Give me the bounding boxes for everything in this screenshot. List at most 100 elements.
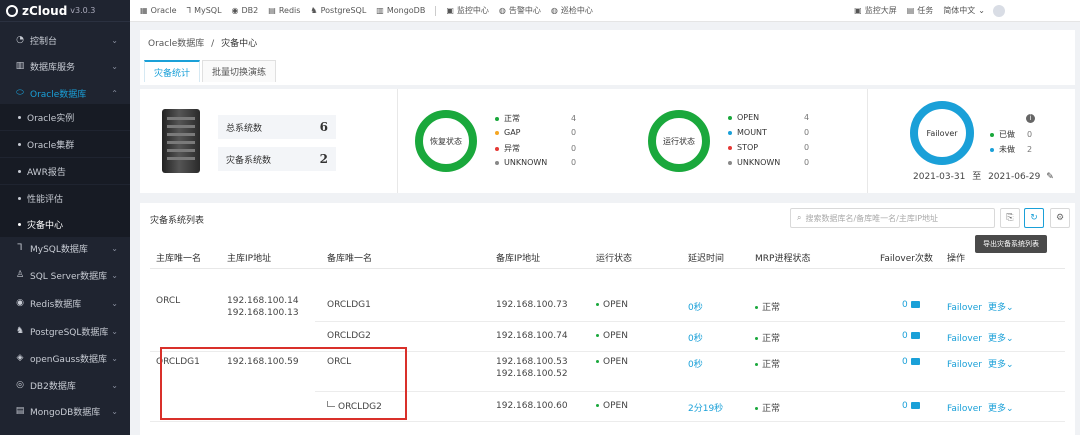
legend-label: OPEN [737, 113, 760, 122]
col-failover-count: Failover次数 [880, 254, 933, 264]
sidebar-item-opengauss[interactable]: ◈ openGauss数据库 ⌄ [0, 345, 130, 371]
sidebar-item-oracle[interactable]: ⬭ Oracle数据库 ⌃ [0, 80, 130, 106]
failover-ring-label: Failover [926, 128, 958, 138]
sidebar-subitem[interactable]: 灾备中心 [0, 211, 130, 237]
cell-delay: 0秒 [688, 334, 703, 344]
sidebar-subitem[interactable]: Oracle实例 [0, 104, 130, 130]
chevron-down-icon: ⌄ [111, 353, 118, 363]
cell-standby-ip: 192.168.100.74 [496, 331, 568, 341]
cell-run-status: OPEN [596, 357, 628, 367]
sidebar-item-sqlserver[interactable]: ♙ SQL Server数据库 ⌄ [0, 262, 130, 288]
legend-label: MOUNT [737, 128, 767, 137]
opengauss-icon: ◈ [16, 353, 24, 363]
recovery-ring-label: 恢复状态 [430, 136, 462, 146]
db-quick-link[interactable]: ▦ Oracle [140, 6, 177, 15]
db-quick-icon: ▤ [268, 6, 276, 15]
bullet-icon [18, 142, 21, 146]
db-quick-link[interactable]: ▤ Redis [268, 6, 300, 15]
legend-label: STOP [737, 143, 759, 152]
legend-dot-icon [495, 116, 499, 121]
breadcrumb: Oracle数据库 / 灾备中心 [148, 36, 257, 49]
center-link[interactable]: ◍ 巡检中心 [551, 5, 593, 16]
cell-standby-ip: 192.168.100.60 [496, 401, 568, 411]
center-label: 告警中心 [508, 6, 541, 15]
language-selector[interactable]: 简体中文 ⌄ [943, 5, 985, 16]
refresh-button[interactable]: ↻ [1024, 208, 1044, 228]
col-standby-ip: 备库IP地址 [496, 254, 541, 264]
sidebar-item-label: Oracle数据库 [30, 89, 87, 100]
sidebar-subitem[interactable]: AWR报告 [0, 158, 130, 184]
chevron-down-icon: ⌄ [111, 243, 118, 253]
settings-button[interactable]: ⚙ [1050, 208, 1070, 228]
info-icon[interactable]: i [1026, 114, 1035, 123]
legend-dot-icon [495, 146, 499, 151]
chevron-down-icon: ⌄ [111, 61, 118, 71]
legend-dot-icon [990, 132, 994, 137]
center-label: 巡检中心 [560, 6, 593, 15]
sidebar-item-db-service[interactable]: ▥ 数据库服务 ⌄ [0, 53, 130, 79]
sidebar-item-mongodb[interactable]: ▤ MongoDB数据库 ⌄ [0, 398, 130, 424]
failover-action-link[interactable]: Failover [947, 404, 982, 414]
db-quick-link[interactable]: ▥ MongoDB [376, 6, 425, 15]
avatar[interactable] [993, 4, 1005, 17]
breadcrumb-parent[interactable]: Oracle数据库 [148, 39, 204, 49]
row-divider [315, 321, 1065, 322]
more-label: 更多 [987, 334, 1006, 344]
cell-primary-ip: 192.168.100.14 [227, 296, 299, 306]
row-divider [315, 391, 1065, 392]
cell-delay: 0秒 [688, 360, 703, 370]
failover-legend: 已做 0 未做 2 [990, 129, 1050, 155]
tab-dr-stats[interactable]: 灾备统计 [144, 60, 201, 82]
center-link[interactable]: ◍ 告警中心 [499, 5, 541, 16]
dr-system-list-panel: 灾备系统列表 ⌕ 搜索数据库名/备库唯一名/主库IP地址 ⎘ ↻ ⚙ 导出灾备系… [140, 203, 1075, 435]
sidebar-subitem[interactable]: 性能评估 [0, 185, 130, 211]
tab-batch-switch-drill[interactable]: 批量切换演练 [202, 60, 277, 82]
cell-primary-ip: 192.168.100.13 [227, 308, 299, 318]
more-actions-dropdown[interactable]: 更多⌄ [988, 404, 1014, 414]
legend-item: MOUNT 0 [728, 128, 809, 137]
status-dot-icon [596, 404, 599, 407]
legend-value: 0 [804, 143, 810, 152]
monitor-screen-link[interactable]: ▣ 监控大屏 [854, 5, 897, 16]
cell-failover-count[interactable]: 0 [902, 357, 920, 367]
legend-value: 0 [571, 128, 577, 137]
sidebar-item-label: MongoDB数据库 [30, 407, 101, 418]
status-dot-icon [755, 363, 758, 366]
export-button[interactable]: ⎘ [1000, 208, 1020, 228]
db-quick-link[interactable]: ◉ DB2 [232, 6, 259, 15]
col-delay: 延迟时间 [688, 254, 725, 264]
sidebar-item-postgresql[interactable]: ♞ PostgreSQL数据库 ⌄ [0, 318, 130, 344]
failover-action-link[interactable]: Failover [947, 334, 982, 344]
edit-pencil-icon[interactable]: ✎ [1046, 172, 1054, 182]
failover-date-range[interactable]: 2021-03-31 至 2021-06-29 ✎ [913, 169, 1054, 182]
db-quick-link[interactable]: ♞ PostgreSQL [310, 6, 366, 15]
more-label: 更多 [987, 360, 1006, 370]
running-ring-label: 运行状态 [663, 136, 695, 146]
cell-failover-count[interactable]: 0 [902, 331, 920, 341]
date-from: 2021-03-31 [913, 172, 966, 182]
dr-systems-value: 2 [319, 152, 328, 166]
db-quick-label: DB2 [241, 6, 259, 15]
more-actions-dropdown[interactable]: 更多⌄ [988, 303, 1014, 313]
cell-failover-count[interactable]: 0 [902, 300, 920, 310]
search-input[interactable]: ⌕ 搜索数据库名/备库唯一名/主库IP地址 [790, 208, 995, 228]
more-label: 更多 [987, 303, 1006, 313]
tasks-link[interactable]: ▤ 任务 [907, 5, 934, 16]
more-actions-dropdown[interactable]: 更多⌄ [988, 334, 1014, 344]
center-link[interactable]: ▣ 监控中心 [446, 5, 489, 16]
app-logo[interactable]: zCloud v3.0.3 [0, 0, 130, 22]
failover-action-link[interactable]: Failover [947, 303, 982, 313]
sidebar-item-db2[interactable]: ◎ DB2数据库 ⌄ [0, 372, 130, 398]
tab-bar: 灾备统计 批量切换演练 [144, 60, 278, 82]
sidebar-item-redis[interactable]: ◉ Redis数据库 ⌄ [0, 290, 130, 316]
sidebar-item-console[interactable]: ◔ 控制台 ⌄ [0, 27, 130, 53]
cell-failover-count[interactable]: 0 [902, 401, 920, 411]
failover-action-link[interactable]: Failover [947, 360, 982, 370]
redis-icon: ◉ [16, 298, 24, 308]
sidebar-item-mysql[interactable]: ⅂ MySQL数据库 ⌄ [0, 235, 130, 261]
legend-value: 0 [804, 158, 810, 167]
more-actions-dropdown[interactable]: 更多⌄ [988, 360, 1014, 370]
db-quick-link[interactable]: ⅂ MySQL [187, 6, 222, 15]
sidebar-subitem[interactable]: Oracle集群 [0, 131, 130, 157]
recovery-status-ring: 恢复状态 [415, 110, 477, 172]
